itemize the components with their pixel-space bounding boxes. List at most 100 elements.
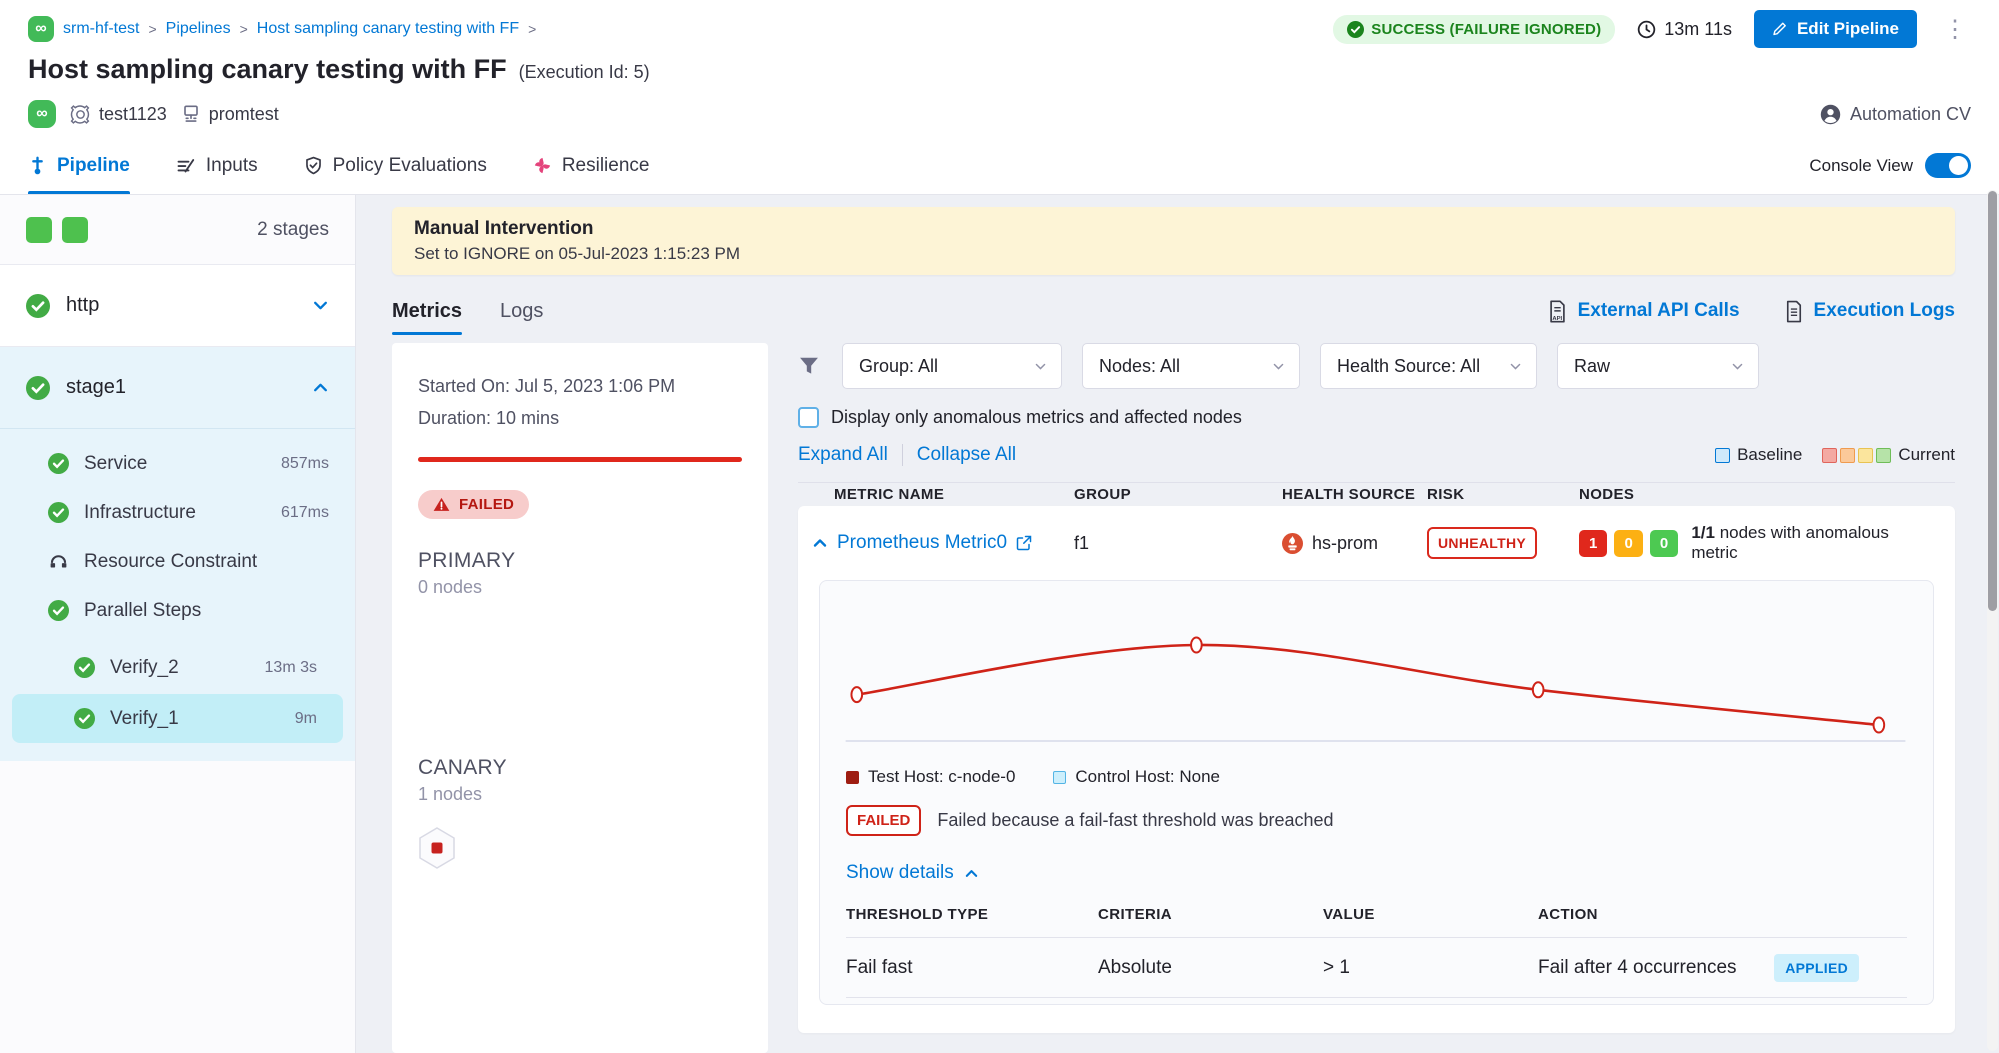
sidebar-step-parallel-steps[interactable]: Parallel Steps (0, 586, 355, 635)
control-host-legend: Control Host: None (1053, 767, 1220, 787)
col-threshold-type: THRESHOLD TYPE (846, 906, 1098, 923)
tab-pipeline[interactable]: Pipeline (28, 137, 130, 194)
health-source-filter-select[interactable]: Health Source: All (1320, 343, 1537, 389)
control-host-swatch (1053, 771, 1066, 784)
nodes-ratio: 1/1 (1691, 523, 1715, 542)
tab-logs[interactable]: Logs (500, 283, 543, 339)
step-duration: 857ms (281, 455, 329, 473)
chevron-down-icon (1272, 360, 1285, 373)
tab-pipeline-label: Pipeline (57, 155, 130, 177)
external-link-icon[interactable] (1016, 535, 1032, 551)
stage-count-row: 2 stages (0, 195, 355, 265)
status-badge: SUCCESS (FAILURE IGNORED) (1333, 15, 1615, 44)
tab-resilience-label: Resilience (562, 155, 650, 177)
status-badge-label: SUCCESS (FAILURE IGNORED) (1371, 21, 1601, 38)
inputs-icon (176, 156, 196, 176)
col-health-source: HEALTH SOURCE (1282, 486, 1427, 503)
edit-pipeline-button[interactable]: Edit Pipeline (1754, 10, 1917, 48)
sidebar-step-infrastructure[interactable]: Infrastructure 617ms (0, 488, 355, 537)
primary-label: PRIMARY (418, 549, 742, 573)
stage-http-label: http (66, 294, 99, 317)
chevron-down-icon[interactable] (312, 297, 329, 314)
tab-policy-evaluations[interactable]: Policy Evaluations (304, 137, 487, 194)
tab-policy-evaluations-label: Policy Evaluations (333, 155, 487, 177)
links-divider (902, 444, 903, 466)
col-criteria: CRITERIA (1098, 906, 1323, 923)
console-view-label: Console View (1809, 156, 1913, 176)
node-count-unhealthy: 1 (1579, 530, 1607, 557)
threshold-type-value: Fail fast (846, 957, 1098, 979)
step-label: Parallel Steps (84, 600, 201, 622)
check-circle-icon (1347, 21, 1364, 38)
api-document-icon: API (1547, 300, 1568, 323)
metric-detail-panel: Test Host: c-node-0 Control Host: None F… (819, 580, 1934, 1005)
monitored-service-chip[interactable]: promtest (181, 104, 279, 125)
filter-icon[interactable] (798, 355, 820, 377)
canary-label: CANARY (418, 756, 742, 780)
console-view-toggle[interactable] (1925, 153, 1971, 178)
sidebar-step-resource-constraint[interactable]: Resource Constraint (0, 537, 355, 586)
display-mode-select[interactable]: Raw (1557, 343, 1759, 389)
harness-logo-icon: ∞ (28, 16, 54, 42)
threshold-table: THRESHOLD TYPE CRITERIA VALUE ACTION Fai… (846, 906, 1907, 998)
tab-inputs[interactable]: Inputs (176, 137, 258, 194)
threshold-row: Fail fast Absolute > 1 Fail after 4 occu… (846, 938, 1907, 998)
anomalous-only-checkbox[interactable] (798, 407, 819, 428)
pipeline-icon (28, 156, 47, 175)
breadcrumb-pipelines[interactable]: Pipelines (166, 20, 231, 38)
group-filter-select[interactable]: Group: All (842, 343, 1062, 389)
chevron-down-icon (1509, 360, 1522, 373)
tab-resilience[interactable]: Resilience (533, 137, 650, 194)
document-icon (1784, 300, 1804, 323)
show-details-link[interactable]: Show details (834, 862, 1919, 884)
success-check-icon (48, 600, 69, 621)
tab-metrics[interactable]: Metrics (392, 283, 462, 339)
col-risk: RISK (1427, 486, 1579, 503)
prometheus-icon (1282, 533, 1303, 554)
col-metric-name: METRIC NAME (834, 486, 1074, 503)
scrollbar-thumb[interactable] (1988, 191, 1997, 611)
health-source-filter-value: Health Source: All (1337, 356, 1480, 377)
nodes-filter-value: Nodes: All (1099, 356, 1180, 377)
success-check-icon (48, 502, 69, 523)
risk-badge: UNHEALTHY (1427, 527, 1537, 559)
step-duration: 9m (295, 710, 317, 728)
expand-all-link[interactable]: Expand All (798, 444, 888, 466)
breadcrumb-project[interactable]: srm-hf-test (63, 20, 139, 38)
tab-logs-label: Logs (500, 300, 543, 323)
baseline-legend-swatch (1715, 448, 1730, 463)
anomalous-only-label: Display only anomalous metrics and affec… (831, 407, 1242, 428)
sidebar-stage-http[interactable]: http (0, 265, 355, 347)
collapse-chevron-icon[interactable] (812, 535, 828, 551)
primary-node-count: 0 nodes (418, 577, 742, 598)
step-label: Infrastructure (84, 502, 196, 524)
col-value: VALUE (1323, 906, 1538, 923)
metric-chart (834, 597, 1919, 757)
metric-row[interactable]: Prometheus Metric0 f1 hs-prom UNHEALTHY … (798, 506, 1955, 580)
canary-node-hexagon[interactable] (418, 827, 456, 869)
sidebar-step-service[interactable]: Service 857ms (0, 439, 355, 488)
collapse-all-link[interactable]: Collapse All (917, 444, 1016, 466)
threshold-action-value: Fail after 4 occurrences (1538, 957, 1737, 979)
chart-color-legend: Baseline Current (1715, 445, 1955, 465)
metric-name-link[interactable]: Prometheus Metric0 (837, 532, 1007, 554)
external-api-calls-link[interactable]: API External API Calls (1547, 300, 1740, 323)
success-check-icon (26, 376, 50, 400)
chevron-up-icon[interactable] (312, 379, 329, 396)
step-duration: 13m 3s (265, 659, 317, 677)
verification-summary-card: Started On: Jul 5, 2023 1:06 PM Duration… (392, 343, 768, 1053)
verification-status-pill: FAILED (418, 490, 529, 519)
main-content: Manual Intervention Set to IGNORE on 05-… (356, 195, 1999, 1053)
metric-chart-container (834, 597, 1919, 757)
test-host-label: Test Host: c-node-0 (868, 767, 1015, 787)
breadcrumb-pipeline-name[interactable]: Host sampling canary testing with FF (257, 20, 519, 38)
execution-logs-link[interactable]: Execution Logs (1784, 300, 1955, 323)
sidebar-step-verify1[interactable]: Verify_1 9m (12, 694, 343, 743)
user-name: Automation CV (1850, 104, 1971, 125)
nodes-filter-select[interactable]: Nodes: All (1082, 343, 1300, 389)
more-options-icon[interactable]: ⋮ (1939, 15, 1971, 44)
sidebar-stage-stage1[interactable]: stage1 (0, 347, 355, 429)
sidebar-step-verify2[interactable]: Verify_2 13m 3s (0, 643, 343, 692)
service-chip[interactable]: test1123 (70, 104, 167, 125)
failed-badge: FAILED (846, 805, 921, 836)
